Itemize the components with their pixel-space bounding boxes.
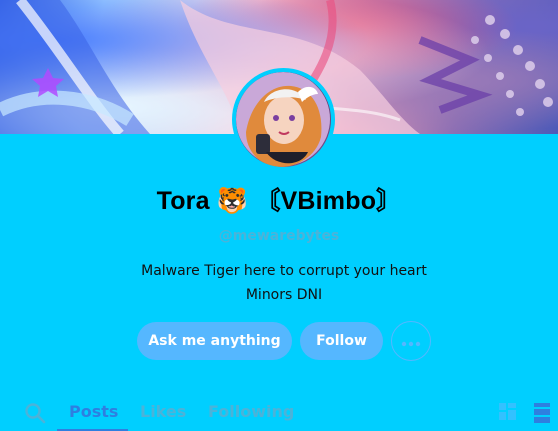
blog-description: Malware Tiger here to corrupt your heart… xyxy=(0,259,558,307)
list-view-icon[interactable] xyxy=(534,403,550,423)
grid-view-icon[interactable] xyxy=(499,403,516,420)
ellipsis-icon xyxy=(401,332,421,351)
follow-button[interactable]: Follow xyxy=(300,322,383,360)
more-options-button[interactable] xyxy=(391,321,431,361)
blog-handle[interactable]: @mewarebytes xyxy=(0,228,558,244)
tab-posts[interactable]: Posts xyxy=(69,402,118,421)
bio-line: Minors DNI xyxy=(245,287,323,303)
tab-likes[interactable]: Likes xyxy=(140,402,186,421)
bio-line: Malware Tiger here to corrupt your heart xyxy=(141,263,427,279)
ask-me-anything-button[interactable]: Ask me anything xyxy=(137,322,292,360)
search-icon[interactable] xyxy=(24,402,46,424)
avatar[interactable] xyxy=(232,68,335,171)
blog-tab-bar: Posts Likes Following xyxy=(0,392,558,431)
tab-following[interactable]: Following xyxy=(208,402,294,421)
blog-title: Tora 🐯 〘VBimbo〙 xyxy=(156,187,402,215)
